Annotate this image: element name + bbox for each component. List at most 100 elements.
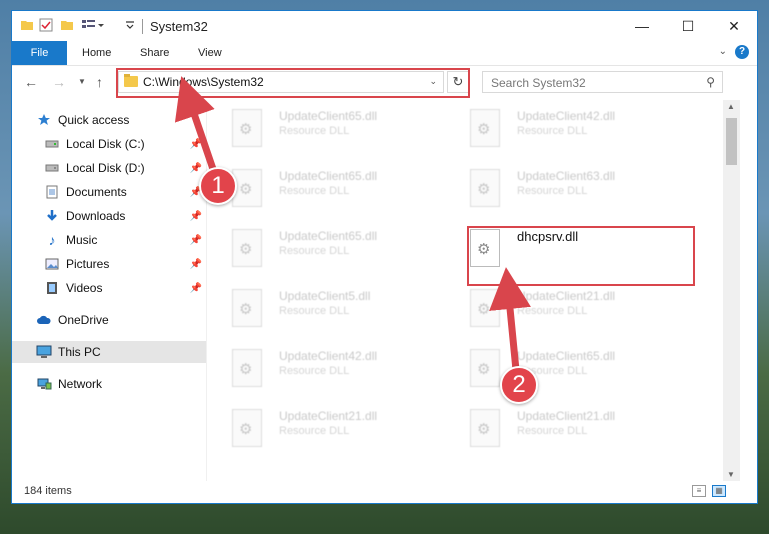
file-type: Resource DLL (279, 245, 350, 257)
file-type: Resource DLL (279, 125, 350, 137)
properties-icon[interactable] (39, 18, 53, 32)
file-item[interactable]: UpdateClient42.dll Resource DLL (222, 345, 452, 393)
sidebar-item-pictures[interactable]: Pictures 📌 (12, 253, 206, 275)
videos-icon (44, 281, 60, 295)
up-arrow-icon[interactable]: ↑ (96, 74, 103, 90)
file-item[interactable]: UpdateClient21.dll Resource DLL (460, 285, 690, 333)
sidebar-item-onedrive[interactable]: OneDrive (12, 309, 206, 331)
minimize-button[interactable]: — (619, 11, 665, 41)
sidebar-item-documents[interactable]: Documents 📌 (12, 181, 206, 203)
address-bar-highlight (116, 68, 470, 98)
dll-file-icon (470, 289, 500, 327)
file-item[interactable]: UpdateClient65.dll Resource DLL (222, 105, 452, 153)
dll-file-icon (232, 109, 262, 147)
ribbon: File Home Share View ⌄ ? (12, 41, 757, 66)
sidebar-item-videos[interactable]: Videos 📌 (12, 277, 206, 299)
vertical-scrollbar[interactable]: ▲ ▼ (723, 100, 740, 481)
sidebar-item-network[interactable]: Network (12, 373, 206, 395)
scroll-up-icon[interactable]: ▲ (727, 102, 735, 111)
sidebar-item-label: Music (66, 233, 98, 247)
file-item[interactable]: UpdateClient65.dll Resource DLL (222, 165, 452, 213)
file-type: Resource DLL (279, 365, 350, 377)
search-input[interactable] (489, 74, 693, 92)
folder-icon (20, 18, 34, 32)
pin-icon[interactable]: 📌 (190, 163, 202, 174)
file-type: Resource DLL (517, 305, 588, 317)
window-title: System32 (150, 19, 208, 34)
sidebar-item-music[interactable]: ♪ Music 📌 (12, 229, 206, 251)
close-button[interactable]: ✕ (711, 11, 757, 41)
drive-icon (44, 161, 60, 175)
pin-icon[interactable]: 📌 (190, 211, 202, 222)
file-list: UpdateClient65.dll Resource DLL UpdateCl… (222, 105, 722, 481)
file-type: Resource DLL (279, 305, 350, 317)
title-divider (142, 19, 143, 34)
file-name: UpdateClient65.dll (279, 169, 378, 183)
documents-icon (44, 185, 60, 199)
file-name: UpdateClient65.dll (517, 349, 616, 363)
sidebar-item-label: OneDrive (58, 313, 109, 327)
file-item[interactable]: UpdateClient21.dll Resource DLL (460, 405, 690, 453)
file-type: Resource DLL (279, 185, 350, 197)
sidebar-item-label: Quick access (58, 113, 130, 127)
search-box[interactable]: ⚲ (482, 71, 723, 93)
file-name: UpdateClient5.dll (279, 289, 371, 303)
large-icons-view-icon[interactable]: ▦ (712, 485, 726, 497)
download-icon (44, 209, 60, 223)
new-folder-icon[interactable] (60, 18, 74, 32)
file-name: UpdateClient65.dll (279, 109, 378, 123)
sidebar-item-local-disk-d[interactable]: Local Disk (D:) 📌 (12, 157, 206, 179)
status-bar: 184 items ≡ ▦ (12, 481, 757, 503)
sidebar-item-quick-access[interactable]: Quick access (12, 109, 206, 131)
dll-file-icon (470, 109, 500, 147)
tab-home[interactable]: Home (82, 41, 111, 65)
sidebar-item-downloads[interactable]: Downloads 📌 (12, 205, 206, 227)
tab-view[interactable]: View (198, 41, 222, 65)
help-button[interactable]: ? (735, 45, 749, 59)
pin-icon[interactable]: 📌 (190, 259, 202, 270)
file-name: UpdateClient21.dll (517, 289, 616, 303)
computer-icon (36, 345, 52, 359)
customize-toolbar-icon[interactable] (81, 18, 109, 32)
pin-icon[interactable]: 📌 (190, 235, 202, 246)
recent-locations-icon[interactable]: ▼ (78, 77, 86, 86)
file-type: Resource DLL (279, 425, 350, 437)
navigation-pane: Quick access Local Disk (C:) 📌 Local Dis… (12, 105, 206, 481)
tab-share[interactable]: Share (140, 41, 169, 65)
step-marker-1: 1 (199, 167, 237, 205)
music-icon: ♪ (48, 232, 56, 248)
sidebar-item-this-pc[interactable]: This PC (12, 341, 206, 363)
file-type: Resource DLL (517, 185, 588, 197)
sidebar-item-local-disk-c[interactable]: Local Disk (C:) 📌 (12, 133, 206, 155)
file-name: UpdateClient42.dll (517, 109, 616, 123)
back-arrow-icon[interactable]: ← (24, 74, 38, 90)
scroll-thumb[interactable] (726, 118, 737, 165)
sidebar-item-label: Videos (66, 281, 103, 295)
file-name: UpdateClient21.dll (517, 409, 616, 423)
file-item[interactable]: UpdateClient42.dll Resource DLL (460, 105, 690, 153)
tab-file[interactable]: File (12, 41, 67, 65)
chevron-down-icon[interactable] (125, 20, 135, 30)
file-name: UpdateClient42.dll (279, 349, 378, 363)
file-item[interactable]: UpdateClient21.dll Resource DLL (222, 405, 452, 453)
file-name: UpdateClient21.dll (279, 409, 378, 423)
dll-file-icon (232, 409, 262, 447)
file-type: Resource DLL (517, 425, 588, 437)
file-type: Resource DLL (517, 125, 588, 137)
scroll-down-icon[interactable]: ▼ (727, 470, 735, 479)
file-highlight (467, 226, 695, 286)
details-view-icon[interactable]: ≡ (692, 485, 706, 497)
pane-divider[interactable] (206, 105, 207, 481)
expand-ribbon-icon[interactable]: ⌄ (719, 46, 727, 57)
item-count: 184 items (24, 485, 72, 497)
file-item[interactable]: UpdateClient65.dll Resource DLL (460, 345, 690, 393)
file-item[interactable]: UpdateClient65.dll Resource DLL (222, 225, 452, 273)
maximize-button[interactable]: ☐ (665, 11, 711, 41)
forward-arrow-icon[interactable]: → (52, 74, 66, 90)
pin-icon[interactable]: 📌 (190, 283, 202, 294)
sidebar-item-label: Documents (66, 185, 127, 199)
file-item[interactable]: UpdateClient63.dll Resource DLL (460, 165, 690, 213)
pictures-icon (44, 257, 60, 271)
file-item[interactable]: UpdateClient5.dll Resource DLL (222, 285, 452, 333)
pin-icon[interactable]: 📌 (190, 139, 202, 150)
